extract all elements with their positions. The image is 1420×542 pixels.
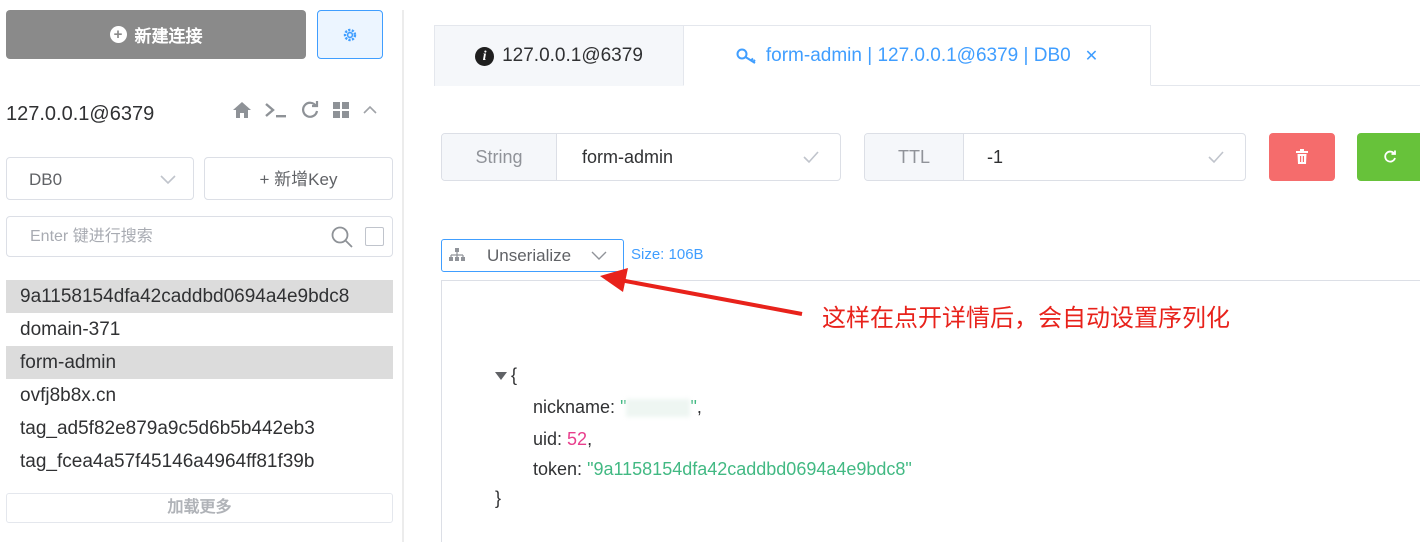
ttl-label: TTL: [865, 134, 964, 180]
tab-connection-status[interactable]: i 127.0.0.1@6379: [434, 25, 684, 86]
key-list-item[interactable]: tag_ad5f82e879a9c5d6b5b442eb3: [6, 412, 393, 445]
close-icon[interactable]: ✕: [1085, 46, 1098, 66]
search-input[interactable]: [8, 218, 308, 255]
ttl-input[interactable]: -1: [987, 134, 1003, 180]
key-type-label: String: [442, 134, 557, 180]
new-connection-button[interactable]: + 新建连接: [6, 10, 306, 59]
settings-button[interactable]: [317, 10, 383, 59]
tree-icon: [449, 248, 465, 261]
refresh-icon[interactable]: [300, 100, 320, 120]
check-icon[interactable]: [1207, 134, 1225, 180]
annotation-arrow: [600, 268, 803, 316]
key-list-item[interactable]: domain-371: [6, 313, 393, 346]
key-list-item[interactable]: form-admin: [6, 346, 393, 379]
db-select[interactable]: DB0: [6, 157, 194, 200]
tab-key-detail[interactable]: form-admin | 127.0.0.1@6379 | DB0 ✕: [683, 25, 1151, 86]
chevron-down-icon: [159, 158, 177, 217]
key-icon: [736, 48, 756, 64]
ttl-group: TTL -1: [864, 133, 1246, 181]
json-root-open: {: [495, 365, 517, 386]
key-list-item[interactable]: 9a1158154dfa42caddbd0694a4e9bdc8: [6, 280, 393, 313]
terminal-icon[interactable]: [264, 101, 288, 119]
key-list: 9a1158154dfa42caddbd0694a4e9bdc8 domain-…: [6, 280, 393, 478]
refresh-icon: [1384, 150, 1396, 163]
caret-down-icon[interactable]: [495, 372, 507, 381]
key-search: [6, 216, 393, 257]
key-list-item[interactable]: tag_fcea4a57f45146a4964ff81f39b: [6, 445, 393, 478]
size-label: Size: 106B: [631, 246, 704, 263]
annotation-text: 这样在点开详情后，会自动设置序列化: [822, 304, 1230, 332]
home-icon[interactable]: [232, 101, 252, 119]
info-icon: i: [475, 46, 495, 66]
delete-key-button[interactable]: [1269, 133, 1335, 181]
format-select-value: Unserialize: [487, 246, 572, 265]
trash-icon: [1296, 149, 1308, 164]
connection-actions: [232, 100, 378, 120]
exact-search-checkbox[interactable]: [365, 227, 384, 246]
json-field-nickname: nickname: " ",: [533, 397, 702, 418]
search-icon[interactable]: [330, 225, 354, 249]
check-icon[interactable]: [802, 134, 820, 180]
redacted-value: [626, 399, 691, 418]
connection-name[interactable]: 127.0.0.1@6379: [6, 103, 154, 126]
load-more-button[interactable]: 加载更多: [6, 493, 393, 523]
plus-circle-icon: +: [109, 26, 127, 43]
key-list-item[interactable]: ovfj8b8x.cn: [6, 379, 393, 412]
new-connection-label: 新建连接: [134, 27, 203, 46]
db-select-value: DB0: [29, 170, 63, 189]
key-name-input[interactable]: form-admin: [582, 134, 673, 180]
tab-label: 127.0.0.1@6379: [502, 45, 643, 66]
json-field-uid: uid: 52,: [533, 429, 593, 449]
add-key-button[interactable]: + 新增Key: [204, 157, 393, 200]
chevron-up-icon[interactable]: [362, 102, 378, 118]
grid-icon[interactable]: [332, 101, 350, 119]
refresh-key-button[interactable]: [1357, 133, 1420, 181]
json-field-token: token: "9a1158154dfa42caddbd0694a4e9bdc8…: [533, 459, 912, 479]
tab-label: form-admin | 127.0.0.1@6379 | DB0: [765, 44, 1071, 66]
key-name-group: String form-admin: [441, 133, 841, 181]
sidebar-divider[interactable]: [402, 10, 404, 542]
gear-icon: [343, 28, 357, 41]
json-root-close: }: [495, 488, 502, 508]
